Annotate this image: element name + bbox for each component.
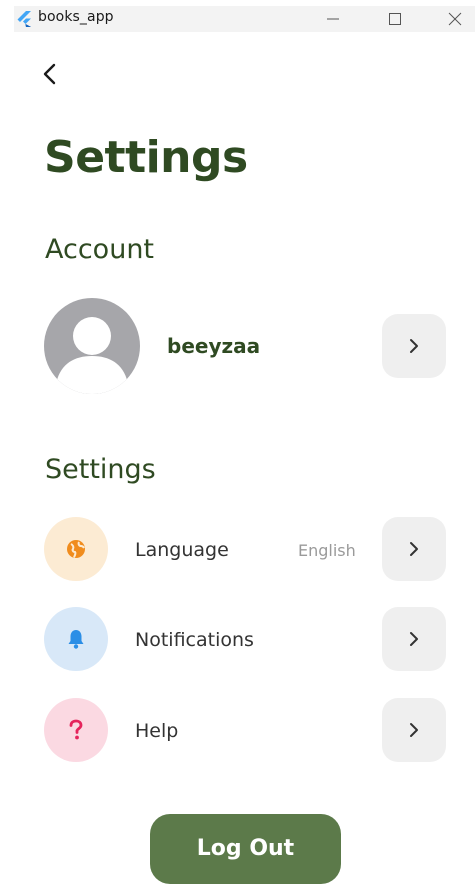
globe-icon	[67, 540, 85, 558]
notifications-open-button[interactable]	[382, 607, 446, 671]
close-button[interactable]	[440, 6, 470, 32]
chevron-left-icon	[43, 63, 56, 85]
maximize-button[interactable]	[380, 6, 410, 32]
logout-button[interactable]: Log Out	[150, 814, 341, 884]
language-open-button[interactable]	[382, 517, 446, 581]
language-value: English	[298, 541, 356, 560]
help-open-button[interactable]	[382, 698, 446, 762]
avatar[interactable]	[44, 298, 140, 394]
close-icon	[448, 12, 462, 26]
language-label: Language	[135, 539, 229, 561]
back-button[interactable]	[36, 60, 64, 88]
notifications-label: Notifications	[135, 629, 254, 651]
notifications-icon-circle	[44, 607, 108, 671]
minimize-button[interactable]	[318, 6, 348, 32]
question-icon	[69, 719, 83, 740]
help-icon-circle	[44, 698, 108, 762]
account-open-button[interactable]	[382, 314, 446, 378]
chevron-right-icon	[410, 723, 418, 737]
minimize-icon	[327, 18, 339, 20]
chevron-right-icon	[410, 542, 418, 556]
default-avatar-icon	[56, 317, 128, 394]
window-titlebar: books_app	[0, 0, 475, 38]
page-title: Settings	[44, 132, 248, 183]
chevron-right-icon	[410, 632, 418, 646]
help-label: Help	[135, 720, 179, 742]
settings-section-title: Settings	[45, 454, 156, 485]
account-username: beeyzaa	[167, 334, 261, 358]
account-section-title: Account	[45, 234, 155, 265]
flutter-logo-icon	[17, 11, 31, 27]
window-title: books_app	[38, 9, 114, 25]
logout-label: Log Out	[196, 836, 295, 861]
bell-icon	[68, 630, 84, 649]
maximize-icon	[389, 13, 401, 25]
language-icon-circle	[44, 517, 108, 581]
chevron-right-icon	[410, 339, 418, 353]
